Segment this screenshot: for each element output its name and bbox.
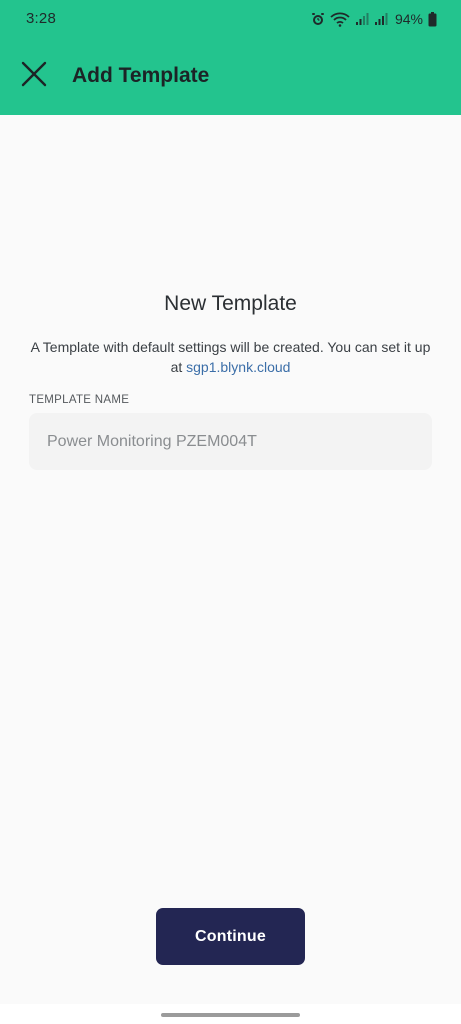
page-title: Add Template xyxy=(72,64,210,87)
status-icons: 94% xyxy=(311,9,437,29)
battery-percent: 94% xyxy=(394,11,423,27)
blynk-cloud-link[interactable]: sgp1.blynk.cloud xyxy=(186,359,290,375)
template-name-field-container xyxy=(29,413,432,470)
close-button[interactable] xyxy=(10,52,58,100)
wifi-icon xyxy=(330,11,350,27)
continue-button[interactable]: Continue xyxy=(156,908,305,965)
alarm-icon xyxy=(311,12,325,26)
home-indicator[interactable] xyxy=(161,1013,300,1017)
battery-icon xyxy=(428,11,437,27)
header: 3:28 94% Add Template xyxy=(0,0,461,115)
app-bar: Add Template xyxy=(0,38,461,115)
status-bar: 3:28 94% xyxy=(0,0,461,38)
template-name-input[interactable] xyxy=(29,413,432,470)
close-icon xyxy=(20,60,48,93)
section-heading: New Template xyxy=(164,292,297,315)
signal-icon xyxy=(374,12,388,26)
signal-icon xyxy=(355,12,369,26)
status-time: 3:28 xyxy=(26,10,56,27)
app-screen: 3:28 94% Add Template New Template A Tem… xyxy=(0,0,461,1024)
system-nav-bar xyxy=(0,1004,461,1024)
description-text: A Template with default settings will be… xyxy=(24,337,437,377)
template-name-label: TEMPLATE NAME xyxy=(29,394,130,406)
